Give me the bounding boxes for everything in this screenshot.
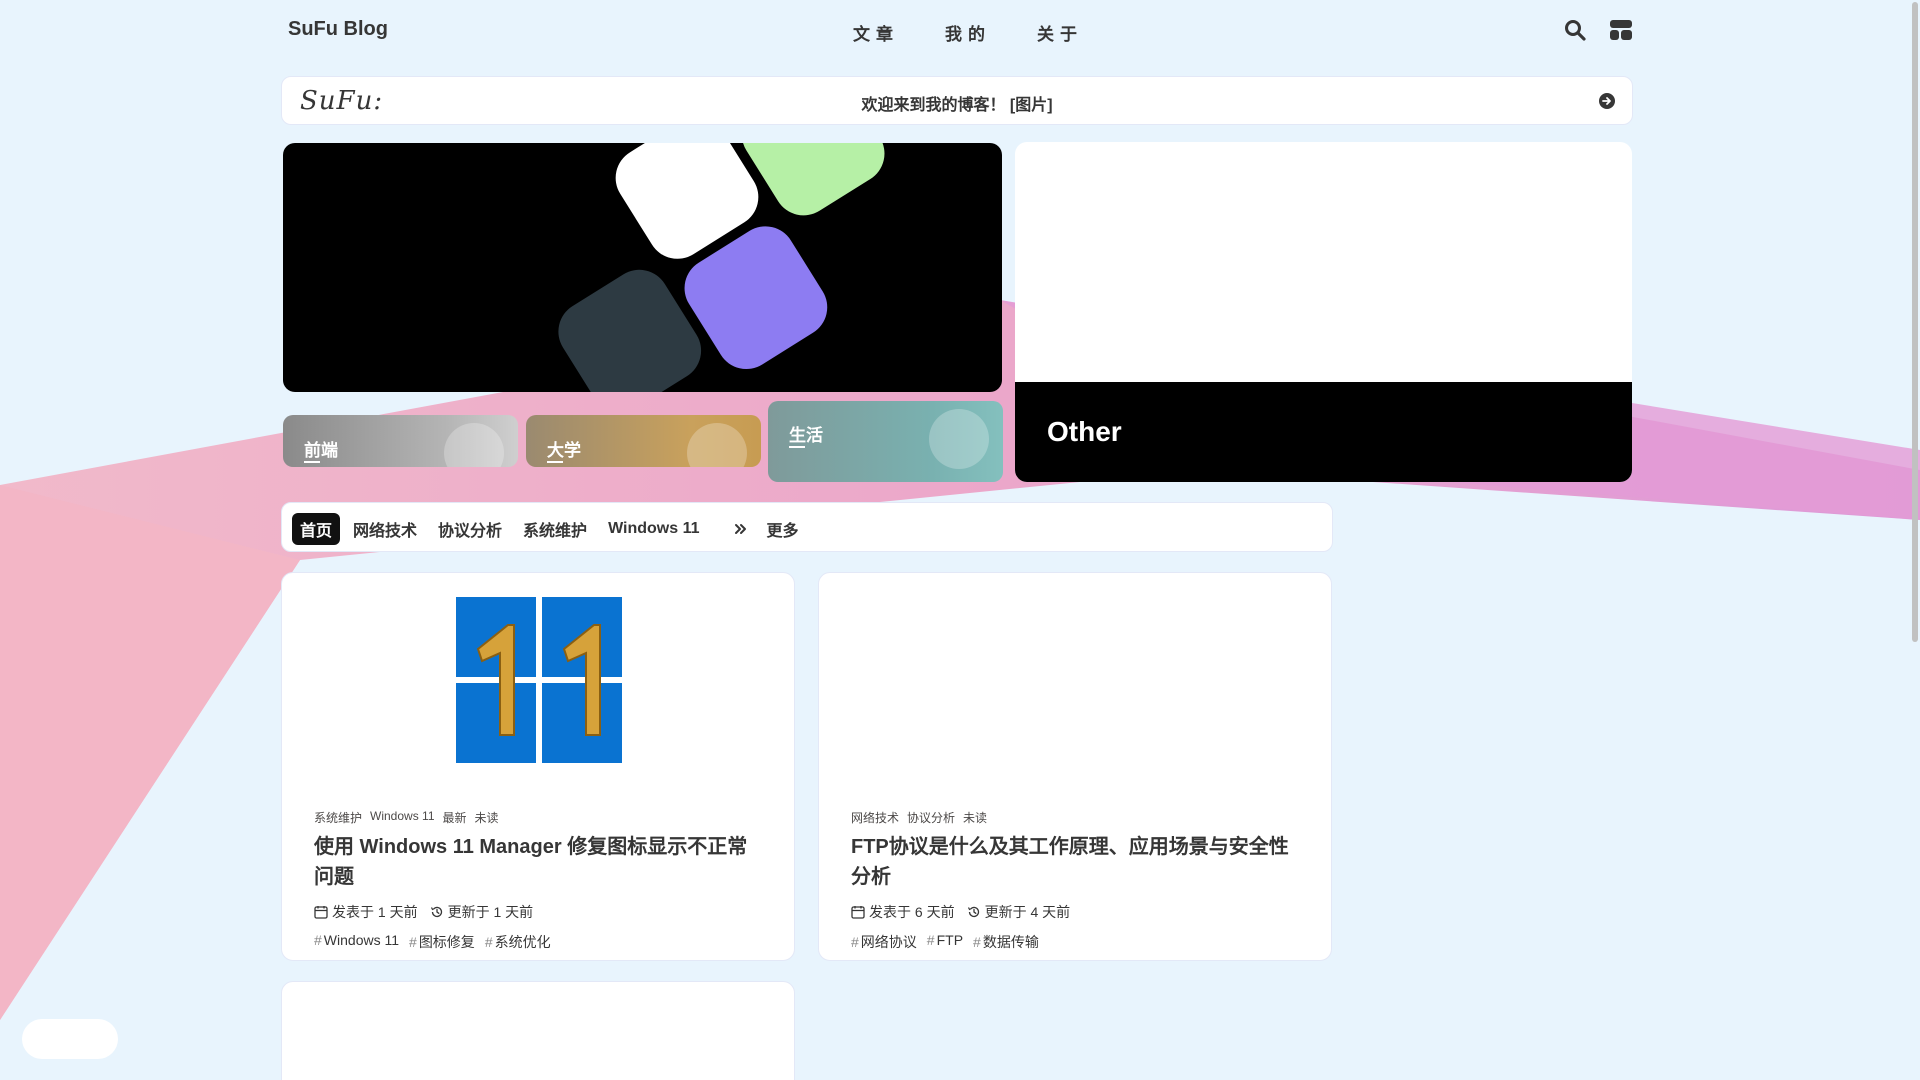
main-menu: 文章 我的 关于	[853, 20, 1083, 45]
hash-icon: #	[484, 934, 493, 950]
tab-more[interactable]: 更多	[759, 513, 807, 545]
post-updated-text: 更新于 4 天前	[984, 904, 1071, 920]
post-tags: # Windows 11 # 图标修复 # 系统优化	[314, 932, 762, 952]
post-updated-text: 更新于 1 天前	[447, 904, 534, 920]
tab-list: 首页 网络技术 协议分析 系统维护 Windows 11 更多	[292, 513, 812, 545]
post-body: 系统维护 Windows 11 最新 未读 使用 Windows 11 Mana…	[314, 809, 762, 952]
post-categories: 网络技术 协议分析 未读	[851, 809, 1299, 826]
category-front-decoration	[444, 423, 504, 467]
category-life-label: 生活	[789, 421, 823, 448]
post-category[interactable]: 协议分析	[907, 809, 955, 826]
tab-system[interactable]: 系统维护	[515, 513, 595, 545]
tab-home[interactable]: 首页	[292, 513, 341, 545]
post-tag-label: FTP	[936, 932, 964, 948]
post-body: 网络技术 协议分析 未读 FTP协议是什么及其工作原理、应用场景与安全性分析 发…	[851, 809, 1299, 952]
arrow-right-circle-icon[interactable]	[1598, 92, 1616, 110]
menu-item-mine[interactable]: 我的	[945, 20, 991, 45]
post-category[interactable]: 网络技术	[851, 809, 899, 826]
category-life-decoration	[929, 409, 989, 469]
search-icon[interactable]	[1563, 18, 1587, 42]
double-chevron-right-icon[interactable]	[733, 521, 749, 537]
post-card[interactable]: 系统维护 Windows 11 最新 未读 使用 Windows 11 Mana…	[281, 572, 795, 961]
tab-network[interactable]: 网络技术	[345, 513, 425, 545]
welcome-message: 欢迎来到我的博客！ [图片]	[861, 97, 1053, 114]
hero-banner[interactable]	[283, 143, 1002, 392]
post-title[interactable]: 使用 Windows 11 Manager 修复图标显示不正常问题	[314, 832, 762, 892]
post-tag[interactable]: # 数据传输	[973, 932, 1039, 952]
category-life[interactable]: 生活	[768, 401, 1003, 482]
calendar-icon	[851, 906, 865, 919]
post-badge-unread: 未读	[963, 811, 988, 825]
top-nav: SuFu Blog 文章 我的 关于	[288, 14, 1633, 48]
post-category[interactable]: 系统维护	[314, 809, 362, 826]
post-categories: 系统维护 Windows 11 最新 未读	[314, 809, 762, 826]
post-updated: 更新于 1 天前	[430, 902, 534, 922]
post-tag[interactable]: # Windows 11	[314, 932, 399, 952]
hash-icon: #	[409, 934, 417, 950]
scrollbar-thumb[interactable]	[1912, 2, 1918, 642]
category-front-label: 前端	[304, 436, 338, 463]
menu-item-about[interactable]: 关于	[1037, 20, 1083, 45]
category-front[interactable]: 前端	[283, 415, 518, 467]
post-published: 发表于 6 天前	[851, 902, 955, 922]
post-tag-label: 网络协议	[860, 934, 917, 950]
layout-icon[interactable]	[1609, 18, 1633, 42]
post-tag-label: 图标修复	[418, 934, 475, 950]
hash-icon: #	[926, 932, 935, 948]
other-card-footer: Other	[1015, 382, 1632, 482]
calendar-icon	[314, 906, 328, 919]
welcome-bar[interactable]: SuFu: 欢迎来到我的博客！ [图片]	[281, 76, 1633, 125]
category-university[interactable]: 大学	[526, 415, 761, 467]
category-tab-bar: 首页 网络技术 协议分析 系统维护 Windows 11 更多	[281, 502, 1333, 552]
post-tag[interactable]: # 系统优化	[485, 932, 551, 952]
post-card[interactable]	[281, 981, 795, 1080]
nav-icons	[1563, 18, 1633, 42]
tab-windows11[interactable]: Windows 11	[600, 516, 707, 542]
post-updated: 更新于 4 天前	[967, 902, 1071, 922]
post-cover[interactable]	[282, 573, 794, 793]
history-icon	[430, 906, 442, 918]
post-cover[interactable]	[819, 573, 1331, 793]
site-brand[interactable]: SuFu Blog	[288, 18, 388, 41]
post-published-text: 发表于 1 天前	[332, 904, 418, 920]
history-icon	[967, 906, 979, 918]
post-tag[interactable]: # 网络协议	[851, 932, 917, 952]
category-university-decoration	[687, 423, 747, 467]
post-badge-new: 最新	[442, 811, 467, 825]
post-meta: 发表于 1 天前 更新于 1 天前	[314, 902, 762, 922]
post-published-text: 发表于 6 天前	[869, 904, 955, 920]
post-title[interactable]: FTP协议是什么及其工作原理、应用场景与安全性分析	[851, 832, 1299, 892]
hero-tiles-graphic	[558, 143, 885, 392]
hash-icon: #	[973, 934, 981, 950]
post-tag[interactable]: # 图标修复	[409, 932, 475, 952]
post-tag[interactable]: # FTP	[927, 932, 963, 952]
post-tag-label: 数据传输	[982, 934, 1039, 950]
tab-protocol[interactable]: 协议分析	[430, 513, 510, 545]
post-badge-unread: 未读	[474, 811, 499, 825]
hash-icon: #	[851, 934, 859, 950]
post-category[interactable]: Windows 11	[370, 809, 434, 826]
post-tags: # 网络协议 # FTP # 数据传输	[851, 932, 1299, 952]
category-other-card[interactable]: Other	[1015, 142, 1632, 482]
windows-11-logo-icon	[456, 597, 622, 763]
post-meta: 发表于 6 天前 更新于 4 天前	[851, 902, 1299, 922]
post-card[interactable]: 网络技术 协议分析 未读 FTP协议是什么及其工作原理、应用场景与安全性分析 发…	[818, 572, 1332, 961]
post-published: 发表于 1 天前	[314, 902, 418, 922]
hash-icon: #	[314, 932, 322, 948]
floating-widget[interactable]	[22, 1019, 118, 1059]
page-scrollbar[interactable]	[1910, 0, 1920, 1080]
other-card-title: Other	[1047, 416, 1122, 447]
menu-item-articles[interactable]: 文章	[853, 20, 899, 45]
post-tag-label: 系统优化	[494, 934, 551, 950]
post-tag-label: Windows 11	[323, 932, 400, 948]
category-university-label: 大学	[547, 436, 581, 463]
